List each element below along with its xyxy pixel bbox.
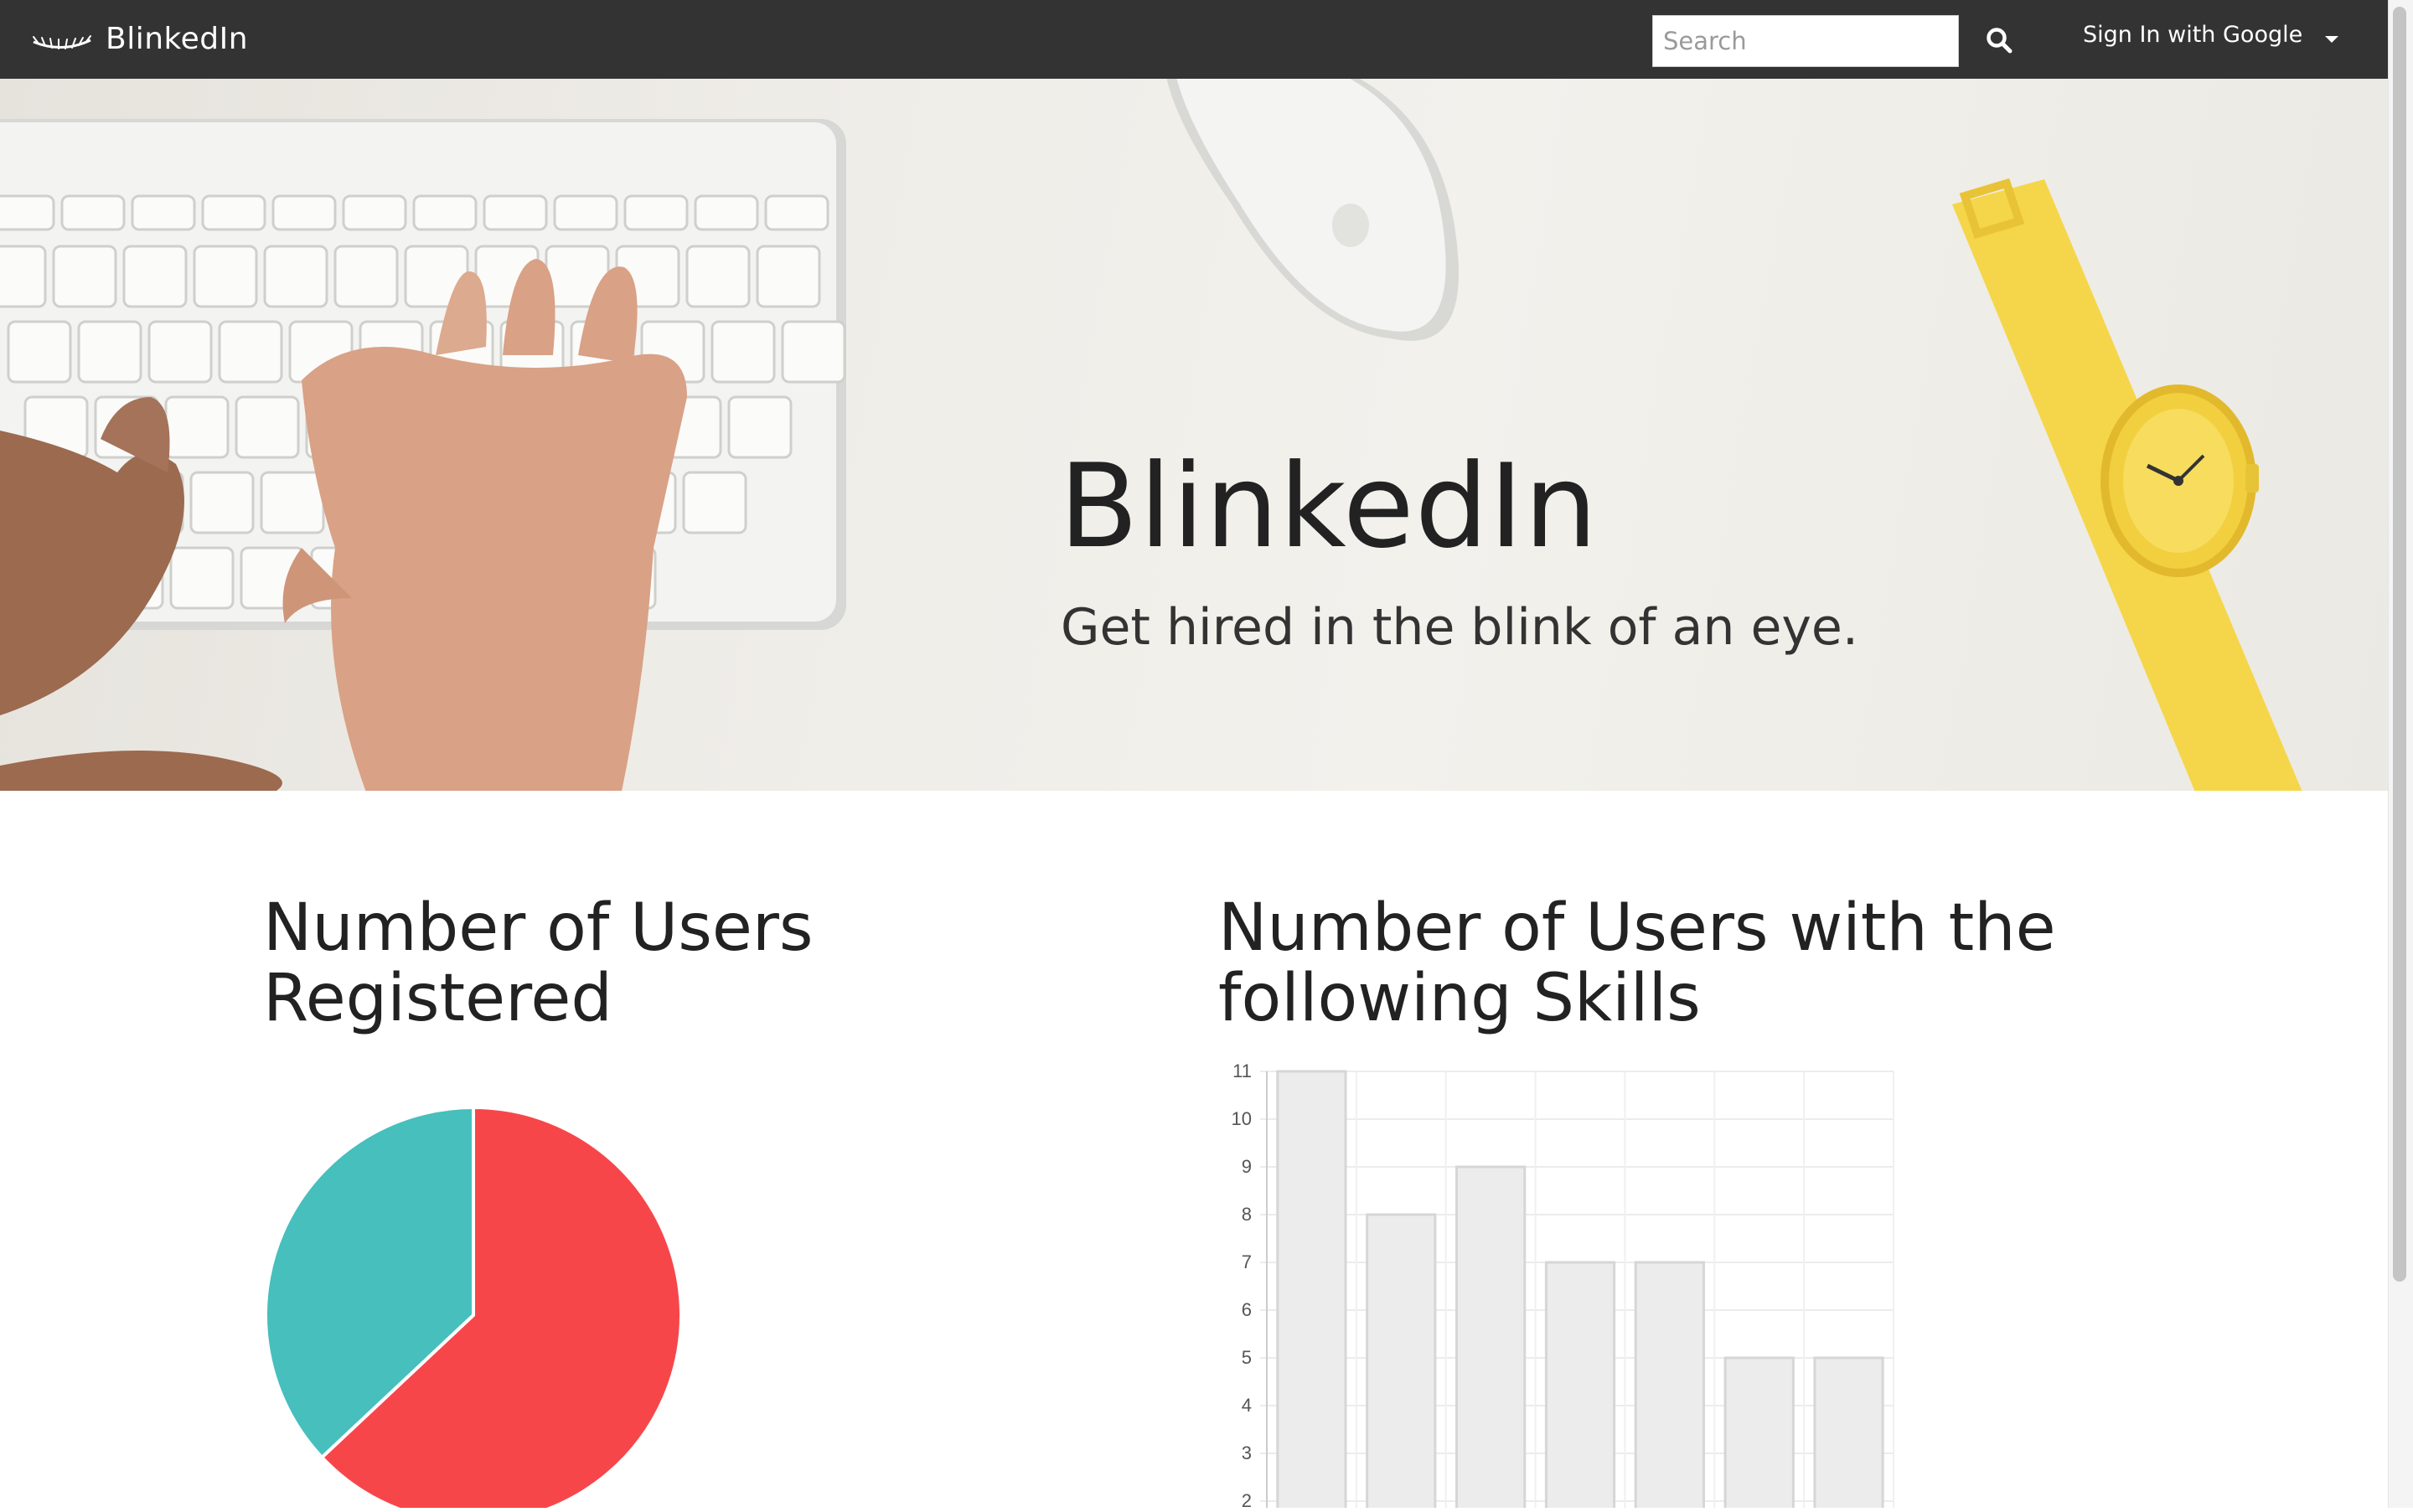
skill-bar-0: [1276, 1070, 1347, 1512]
y-tick-label: 4: [1242, 1395, 1252, 1416]
search-input[interactable]: [1652, 15, 1959, 67]
skill-bar-6: [1813, 1356, 1884, 1512]
skill-bar-3: [1544, 1261, 1616, 1512]
skill-bar-2: [1455, 1165, 1527, 1512]
hero-banner: BlinkedIn Get hired in the blink of an e…: [0, 79, 2388, 791]
y-tick-label: 2: [1242, 1490, 1252, 1508]
skill-bar-5: [1723, 1356, 1795, 1512]
users-registered-pie-chart: [260, 1097, 687, 1512]
search-icon: [1987, 28, 2013, 54]
y-tick-label: 11: [1232, 1060, 1252, 1081]
y-tick-label: 10: [1232, 1108, 1252, 1129]
skill-bar-1: [1366, 1213, 1437, 1512]
search-button[interactable]: [1979, 20, 2019, 60]
mouse-illustration: [1166, 79, 1459, 341]
y-tick-label: 5: [1242, 1347, 1252, 1368]
y-tick-label: 6: [1242, 1299, 1252, 1320]
sign-in-google-link[interactable]: Sign In with Google: [2083, 22, 2302, 48]
hero-subtitle: Get hired in the blink of an eye.: [1061, 598, 1858, 657]
scrollbar-thumb[interactable]: [2393, 7, 2406, 1282]
hero-background-image: [0, 79, 2302, 791]
skills-bar-chart: 11 10 9 8 7 6 5 4 3 2: [1215, 1051, 1910, 1512]
skill-bar-4: [1634, 1261, 1705, 1512]
hero-title: BlinkedIn: [1059, 439, 1599, 574]
skills-chart-title: Number of Users with the following Skill…: [1218, 890, 2056, 1036]
y-tick-label: 8: [1242, 1204, 1252, 1225]
y-tick-label: 7: [1242, 1251, 1252, 1272]
brand-name: BlinkedIn: [106, 21, 249, 56]
top-navbar: BlinkedIn Sign In with Google: [0, 0, 2388, 79]
users-registered-title: Number of Users Registered: [263, 890, 814, 1036]
y-tick-label: 3: [1242, 1442, 1252, 1463]
y-tick-label: 9: [1242, 1156, 1252, 1177]
brand-link[interactable]: BlinkedIn: [30, 15, 248, 62]
dropdown-caret-icon[interactable]: [2323, 34, 2341, 45]
watch-illustration: [1952, 178, 2302, 791]
eyelash-logo-icon: [33, 35, 91, 49]
